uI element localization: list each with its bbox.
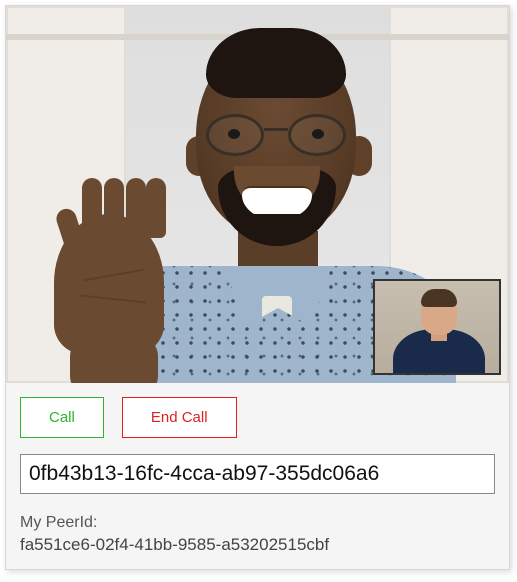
- call-panel: Call End Call My PeerId: fa551ce6-02f4-4…: [5, 5, 510, 570]
- call-button[interactable]: Call: [20, 397, 104, 438]
- my-peer-id: fa551ce6-02f4-41bb-9585-a53202515cbf: [20, 534, 495, 557]
- my-peer-label: My PeerId:: [20, 512, 495, 534]
- peer-input-wrap: [6, 448, 509, 502]
- peer-id-input[interactable]: [20, 454, 495, 494]
- my-peer-info: My PeerId: fa551ce6-02f4-41bb-9585-a5320…: [6, 502, 509, 569]
- local-video: [373, 279, 501, 375]
- end-call-button[interactable]: End Call: [122, 397, 237, 438]
- controls-row: Call End Call: [6, 383, 509, 448]
- video-area: [6, 6, 509, 383]
